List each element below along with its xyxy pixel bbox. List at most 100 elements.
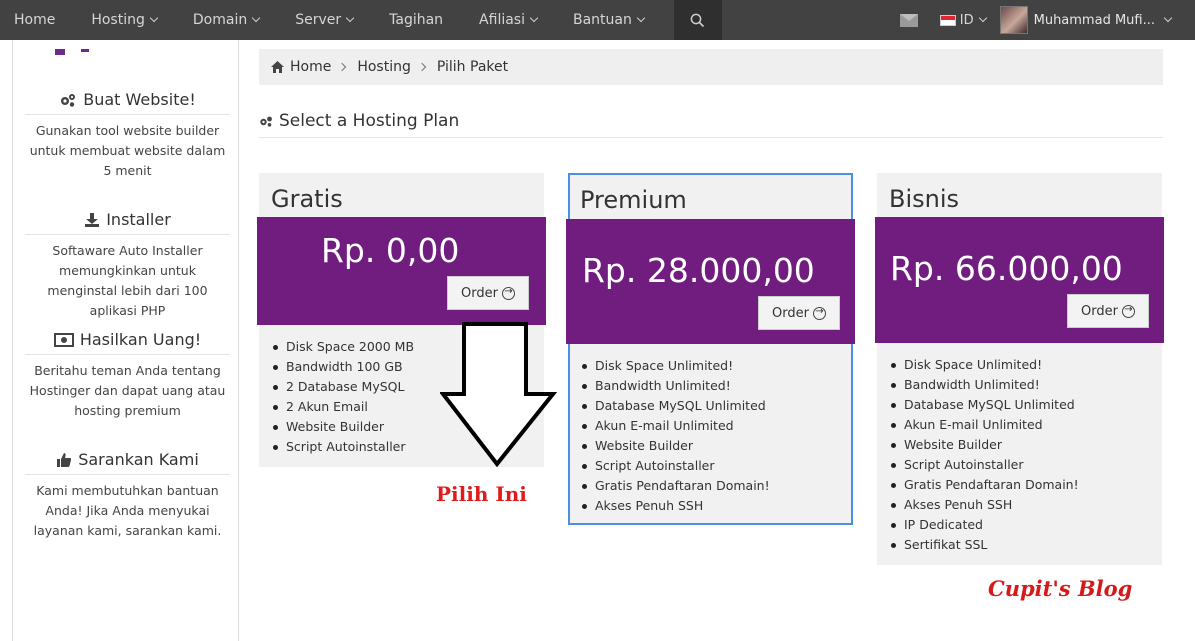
gears-icon — [260, 116, 272, 127]
list-item: Disk Space Unlimited! — [582, 356, 851, 376]
plan-price-box: Rp. 0,00 Order — [257, 217, 546, 325]
plan-card-bisnis: Bisnis Rp. 66.000,00 Order Disk Space Un… — [875, 173, 1164, 565]
logo-fragment — [55, 40, 95, 55]
list-item: Akses Penuh SSH — [891, 495, 1162, 515]
order-button-label: Order — [461, 285, 498, 301]
plan-card-premium: Premium Rp. 28.000,00 Order Disk Space U… — [566, 173, 855, 525]
chevron-down-icon — [251, 13, 261, 23]
nav-domain[interactable]: Domain — [175, 0, 277, 40]
order-button-gratis[interactable]: Order — [447, 276, 529, 310]
list-item: Website Builder — [582, 436, 851, 456]
plan-name: Bisnis — [889, 185, 960, 213]
plan-name: Gratis — [271, 185, 343, 213]
language-selector[interactable]: ID — [939, 12, 987, 28]
nav-server-label: Server — [295, 12, 342, 28]
sidebar-block-desc: Kami membutuhkan bantuan Anda! Jika Anda… — [33, 483, 222, 538]
sidebar-block-title: Sarankan Kami — [25, 450, 230, 475]
breadcrumb: Home Hosting Pilih Paket — [259, 49, 1163, 85]
list-item: Bandwidth Unlimited! — [891, 375, 1162, 395]
nav-home[interactable]: Home — [0, 0, 73, 40]
sidebar-block-buat-website: Buat Website! Gunakan tool website build… — [25, 90, 230, 181]
sidebar-title-text: Sarankan Kami — [78, 450, 199, 469]
chevron-down-icon — [978, 13, 987, 23]
nav-server[interactable]: Server — [277, 0, 371, 40]
plan-price-box: Rp. 66.000,00 Order — [875, 217, 1164, 343]
breadcrumb-current: Pilih Paket — [436, 59, 509, 75]
order-button-label: Order — [1081, 303, 1118, 319]
avatar[interactable] — [999, 6, 1028, 34]
arrow-circle-right-icon — [1121, 302, 1135, 318]
nav-right-group: ID Muhammad Mufi... — [899, 0, 1195, 40]
nav-home-label: Home — [14, 12, 56, 28]
list-item: Sertifikat SSL — [891, 535, 1162, 555]
chevron-down-icon — [529, 13, 539, 23]
nav-afiliasi[interactable]: Afiliasi — [461, 0, 555, 40]
nav-bantuan[interactable]: Bantuan — [555, 0, 662, 40]
sidebar-block-hasilkan-uang: Hasilkan Uang! Beritahu teman Anda tenta… — [25, 330, 230, 421]
nav-tagihan[interactable]: Tagihan — [371, 0, 461, 40]
user-menu[interactable]: Muhammad Mufi... — [1033, 12, 1173, 28]
list-item: Gratis Pendaftaran Domain! — [891, 475, 1162, 495]
list-item: Disk Space Unlimited! — [891, 355, 1162, 375]
nav-afiliasi-label: Afiliasi — [479, 12, 525, 28]
list-item: IP Dedicated — [891, 515, 1162, 535]
search-icon — [691, 13, 705, 27]
chevron-right-icon — [417, 62, 427, 72]
sidebar-block-title: Hasilkan Uang! — [25, 330, 230, 355]
watermark-blog: Cupit's Blog — [988, 576, 1133, 601]
breadcrumb-home[interactable]: Home — [290, 59, 331, 75]
sidebar-title-text: Buat Website! — [83, 90, 196, 109]
nav-hosting-label: Hosting — [91, 12, 145, 28]
nav-hosting[interactable]: Hosting — [73, 0, 175, 40]
annotation-arrow-down-icon — [440, 322, 558, 468]
sidebar-block-desc: Softaware Auto Installer memungkinkan un… — [47, 243, 208, 318]
list-item: Script Autoinstaller — [582, 456, 851, 476]
search-button[interactable] — [673, 0, 722, 40]
mail-icon[interactable] — [899, 13, 918, 27]
list-item: Script Autoinstaller — [891, 455, 1162, 475]
list-item: Website Builder — [891, 435, 1162, 455]
page-title: Select a Hosting Plan — [259, 108, 1163, 138]
thumbs-up-icon — [57, 452, 72, 467]
chevron-down-icon — [1163, 13, 1173, 23]
sidebar-block-sarankan-kami: Sarankan Kami Kami membutuhkan bantuan A… — [25, 450, 230, 541]
chevron-down-icon — [345, 13, 355, 23]
list-item: Akun E-mail Unlimited — [891, 415, 1162, 435]
plan-price: Rp. 0,00 — [321, 231, 460, 270]
plan-name: Premium — [580, 186, 687, 214]
chevron-right-icon — [338, 62, 347, 72]
download-icon — [85, 212, 100, 227]
order-button-premium[interactable]: Order — [758, 296, 840, 330]
list-item: Bandwidth Unlimited! — [582, 376, 851, 396]
list-item: Akun E-mail Unlimited — [582, 416, 851, 436]
sidebar-title-text: Installer — [106, 210, 171, 229]
list-item: Gratis Pendaftaran Domain! — [582, 476, 851, 496]
annotation-pilih-ini: Pilih Ini — [436, 482, 527, 506]
feature-list: Disk Space Unlimited! Bandwidth Unlimite… — [570, 356, 851, 516]
list-item: Database MySQL Unlimited — [891, 395, 1162, 415]
sidebar: Buat Website! Gunakan tool website build… — [12, 40, 239, 641]
gears-icon — [61, 93, 76, 107]
page-title-text: Select a Hosting Plan — [279, 110, 460, 131]
arrow-circle-right-icon — [501, 284, 515, 300]
sidebar-title-text: Hasilkan Uang! — [79, 330, 202, 349]
language-label: ID — [959, 12, 974, 28]
order-button-label: Order — [772, 305, 809, 321]
sidebar-block-desc: Gunakan tool website builder untuk membu… — [29, 123, 226, 178]
order-button-bisnis[interactable]: Order — [1067, 294, 1149, 328]
user-name: Muhammad Mufi... — [1033, 12, 1155, 28]
breadcrumb-hosting[interactable]: Hosting — [357, 59, 411, 75]
arrow-circle-right-icon — [812, 304, 826, 320]
list-item: Database MySQL Unlimited — [582, 396, 851, 416]
home-icon — [271, 61, 284, 73]
nav-bantuan-label: Bantuan — [572, 12, 632, 28]
sidebar-block-installer: Installer Softaware Auto Installer memun… — [25, 210, 230, 321]
feature-list: Disk Space Unlimited! Bandwidth Unlimite… — [877, 355, 1162, 555]
plan-price: Rp. 66.000,00 — [890, 249, 1123, 288]
sidebar-block-desc: Beritahu teman Anda tentang Hostinger da… — [29, 363, 226, 418]
nav-tagihan-label: Tagihan — [389, 12, 444, 28]
sidebar-block-title: Buat Website! — [25, 90, 230, 115]
plan-price: Rp. 28.000,00 — [582, 251, 815, 290]
top-navbar: Home Hosting Domain Server Tagihan Afili… — [0, 0, 1195, 40]
plan-price-box: Rp. 28.000,00 Order — [566, 219, 855, 344]
